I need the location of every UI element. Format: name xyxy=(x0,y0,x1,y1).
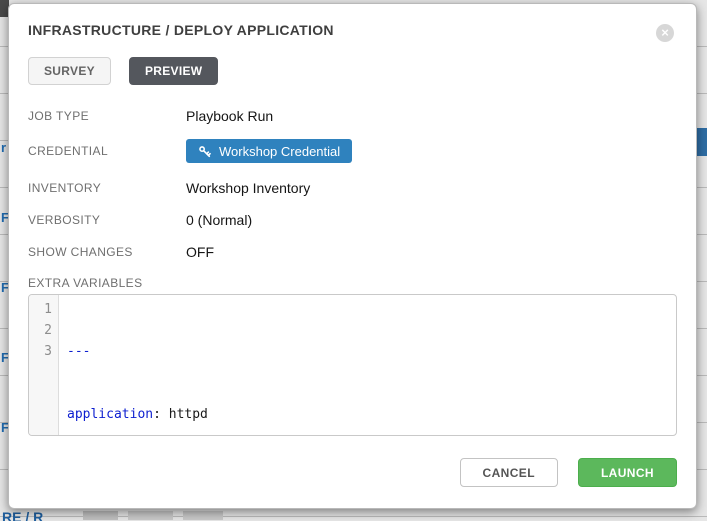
line-number: 2 xyxy=(29,320,52,341)
modal-footer: CANCEL LAUNCH xyxy=(28,458,677,487)
line-number: 1 xyxy=(29,299,52,320)
editor-code-area: --- application: httpd xyxy=(59,295,208,435)
screen: r F F F F RE / R INFRASTRUCTURE / DEPLOY… xyxy=(0,0,707,521)
line-number: 3 xyxy=(29,341,52,362)
yaml-value-token: : httpd xyxy=(153,407,208,422)
editor-line-number-gutter: 1 2 3 xyxy=(29,295,59,435)
field-label-show-changes: SHOW CHANGES xyxy=(28,245,186,259)
credential-badge[interactable]: Workshop Credential xyxy=(186,139,352,163)
field-value-show-changes: OFF xyxy=(186,244,214,260)
field-label-verbosity: VERBOSITY xyxy=(28,213,186,227)
deploy-application-modal: INFRASTRUCTURE / DEPLOY APPLICATION × SU… xyxy=(8,3,697,509)
key-icon xyxy=(198,145,211,158)
close-icon[interactable]: × xyxy=(656,24,674,42)
code-line: application: httpd xyxy=(67,404,208,425)
modal-title: INFRASTRUCTURE / DEPLOY APPLICATION xyxy=(28,22,677,38)
modal-tabs: SURVEY PREVIEW xyxy=(28,57,677,85)
field-value-job-type: Playbook Run xyxy=(186,108,273,124)
field-label-job-type: JOB TYPE xyxy=(28,109,186,123)
field-value-inventory: Workshop Inventory xyxy=(186,180,310,196)
cancel-button[interactable]: CANCEL xyxy=(460,458,558,487)
background-breadcrumb-text: RE / R xyxy=(2,509,43,521)
yaml-doc-start-token: --- xyxy=(67,344,90,359)
tab-preview[interactable]: PREVIEW xyxy=(129,57,218,85)
credential-badge-label: Workshop Credential xyxy=(219,144,340,159)
extra-variables-editor[interactable]: 1 2 3 --- application: httpd xyxy=(28,294,677,436)
field-row-show-changes: SHOW CHANGES OFF xyxy=(28,244,677,259)
launch-button[interactable]: LAUNCH xyxy=(578,458,677,487)
extra-variables-label: EXTRA VARIABLES xyxy=(28,276,677,290)
field-label-credential: CREDENTIAL xyxy=(28,144,186,158)
yaml-key-token: application xyxy=(67,407,153,422)
field-row-inventory: INVENTORY Workshop Inventory xyxy=(28,180,677,195)
field-label-inventory: INVENTORY xyxy=(28,181,186,195)
code-line: --- xyxy=(67,341,208,362)
background-accent-fragment xyxy=(697,128,707,156)
background-dimmed-text-bars xyxy=(83,511,223,520)
tab-survey[interactable]: SURVEY xyxy=(28,57,111,85)
field-row-verbosity: VERBOSITY 0 (Normal) xyxy=(28,212,677,227)
background-breadcrumb-fragment: RE / R xyxy=(2,509,707,521)
field-row-credential: CREDENTIAL Workshop Credential xyxy=(28,139,677,163)
field-row-job-type: JOB TYPE Playbook Run xyxy=(28,108,677,123)
field-value-verbosity: 0 (Normal) xyxy=(186,212,252,228)
